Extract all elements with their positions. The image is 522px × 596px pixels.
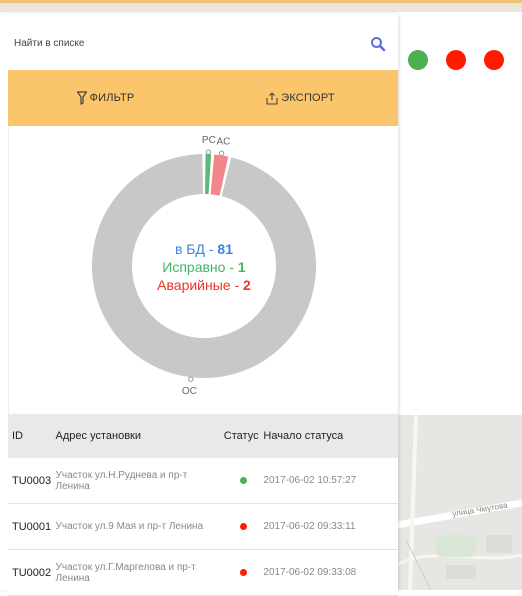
slice-label: AC [217, 137, 231, 148]
export-label: ЭКСПОРТ [281, 92, 335, 104]
table-row[interactable]: TU0003 Участок ул.Н.Руднева и пр-т Ленин… [8, 458, 398, 504]
search-bar[interactable]: Найти в списке [8, 14, 398, 71]
table-row[interactable]: TU0002 Участок ул.Г.Маргелова и пр-т Лен… [8, 550, 398, 596]
row-start: 2017-06-02 09:33:11 [263, 521, 356, 532]
table-row[interactable]: TU0001 Участок ул.9 Мая и пр-т Ленина 20… [8, 504, 398, 550]
center-line-ok: Исправно - 1 [9, 259, 399, 275]
status-indicators [408, 50, 504, 70]
slice-marker [188, 376, 194, 382]
status-dot [240, 569, 248, 576]
alarm-value: 2 [243, 277, 251, 293]
list-panel: Найти в списке ФИЛЬТР ЭКСПОРТ PC AC OC в Б… [0, 14, 399, 596]
row-id: TU0003 [12, 474, 52, 487]
slice-label: PC [202, 135, 216, 146]
row-address: Участок ул.Г.Маргелова и пр-т Ленина [55, 561, 196, 584]
col-start[interactable]: Начало статуса [263, 430, 398, 442]
center-line-alarm: Аварийные - 2 [9, 277, 399, 293]
search-input[interactable]: Найти в списке [14, 38, 84, 49]
search-icon[interactable] [370, 36, 386, 52]
indicator-dot [484, 50, 504, 70]
slice-marker [205, 149, 212, 155]
filter-label: ФИЛЬТР [89, 92, 135, 104]
alarm-prefix: Аварийные - [157, 277, 244, 293]
col-status[interactable]: Статус [224, 430, 264, 442]
table-header: ID Адрес установки Статус Начало статуса [8, 414, 398, 458]
map-view[interactable]: улица Чмутова [396, 415, 522, 590]
export-button[interactable]: ЭКСПОРТ [203, 91, 398, 105]
ok-value: 1 [237, 259, 246, 275]
total-prefix: в БД - [174, 241, 218, 257]
indicator-dot [408, 50, 428, 70]
slice-marker [218, 150, 225, 157]
row-id: TU0001 [12, 520, 52, 533]
row-address: Участок ул.9 Мая и пр-т Ленина [55, 521, 204, 532]
indicator-dot [446, 50, 466, 70]
slice-label: OC [182, 386, 197, 397]
funnel-icon [76, 91, 87, 105]
donut-slice-pc[interactable] [205, 154, 212, 195]
col-id[interactable]: ID [8, 430, 56, 442]
filter-button[interactable]: ФИЛЬТР [8, 91, 203, 105]
devices-table: ID Адрес установки Статус Начало статуса… [8, 414, 398, 596]
top-strip [0, 0, 522, 12]
row-id: TU0002 [12, 566, 52, 579]
status-dot [240, 477, 248, 484]
row-start: 2017-06-02 10:57:27 [263, 475, 357, 486]
ok-prefix: Исправно - [162, 259, 238, 275]
row-start: 2017-06-02 09:33:08 [263, 567, 357, 578]
toolbar: ФИЛЬТР ЭКСПОРТ [8, 70, 398, 126]
total-value: 81 [217, 241, 233, 257]
status-donut-chart: PC AC OC в БД - 81 Исправно - 1 Аварийные … [8, 126, 399, 414]
row-address: Участок ул.Н.Руднева и пр-т Ленина [55, 469, 188, 492]
center-line-total: в БД - 81 [9, 241, 399, 257]
col-address[interactable]: Адрес установки [56, 430, 224, 442]
status-dot [240, 523, 248, 530]
export-icon [266, 91, 278, 105]
